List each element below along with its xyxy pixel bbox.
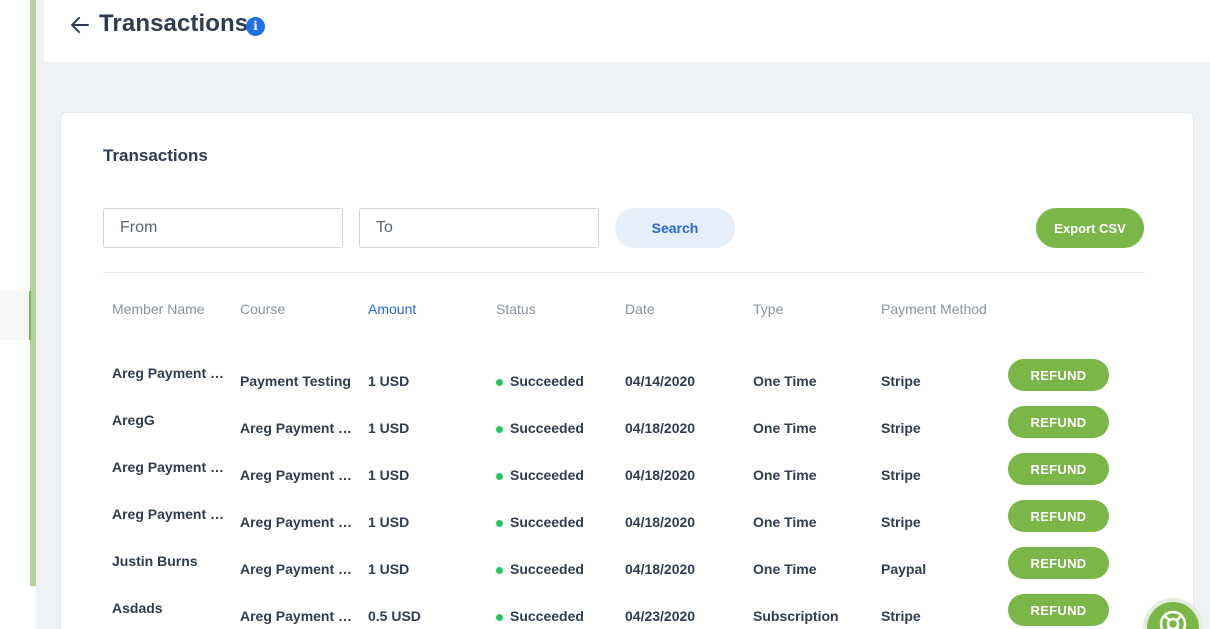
status-dot-icon [496,379,503,386]
amount: 1 USD [368,420,410,436]
page-title: Transactions [99,10,249,37]
refund-button[interactable]: REFUND [1008,359,1109,391]
column-header-amount[interactable]: Amount [368,301,416,317]
date: 04/14/2020 [625,373,696,389]
column-header-date[interactable]: Date [625,301,655,317]
status-text: Succeeded [510,514,584,530]
table-row: Areg Payment Testing Areg Payment Testin… [61,453,1195,500]
member-name: AregG [112,412,155,428]
refund-button[interactable]: REFUND [1008,594,1109,626]
payment-type: One Time [753,514,817,530]
status-text: Succeeded [510,420,584,436]
date: 04/18/2020 [625,514,696,530]
payment-type: Subscription [753,608,839,624]
search-button[interactable]: Search [615,208,735,248]
course-name: Areg Payment Testing [240,514,358,530]
column-header-course[interactable]: Course [240,301,285,317]
payment-method: Stripe [881,373,921,389]
table-row: Areg Payment Testing Areg Payment Testin… [61,500,1195,547]
course-name: Areg Payment Testing [240,420,358,436]
date: 04/18/2020 [625,467,696,483]
table-row: Asdads Areg Payment Testing 0.5 USD Succ… [61,594,1195,629]
member-name: Areg Payment Testing [112,459,230,475]
payment-method: Stripe [881,467,921,483]
payment-method: Paypal [881,561,927,577]
course-name: Areg Payment Testing [240,467,358,483]
top-bar: Transactions i [44,0,1210,62]
refund-button[interactable]: REFUND [1008,547,1109,579]
amount: 1 USD [368,373,410,389]
divider [103,272,1145,273]
table-header: Member Name Course Amount Status Date Ty… [61,301,1195,321]
date: 04/23/2020 [625,608,696,624]
payment-type: One Time [753,467,817,483]
payment-type: One Time [753,373,817,389]
from-date-input[interactable] [103,208,343,248]
transactions-card: Transactions Search Export CSV Member Na… [60,112,1194,629]
card-title: Transactions [103,146,208,165]
status-dot-icon [496,614,503,621]
status-dot-icon [496,473,503,480]
member-name: Areg Payment Testing [112,365,230,381]
payment-method: Stripe [881,608,921,624]
payment-type: One Time [753,420,817,436]
status-dot-icon [496,520,503,527]
payment-type: One Time [753,561,817,577]
refund-button[interactable]: REFUND [1008,500,1109,532]
sidebar [0,0,36,629]
info-icon[interactable]: i [246,17,265,36]
amount: 0.5 USD [368,608,421,624]
amount: 1 USD [368,467,410,483]
status-text: Succeeded [510,608,584,624]
table-row: Justin Burns Areg Payment Testing 1 USD … [61,547,1195,594]
refund-button[interactable]: REFUND [1008,453,1109,485]
status-dot-icon [496,426,503,433]
member-name: Asdads [112,600,163,616]
course-name: Payment Testing [240,373,351,389]
status-dot-icon [496,567,503,574]
table-row: AregG Areg Payment Testing 1 USD Succeed… [61,406,1195,453]
status-text: Succeeded [510,373,584,389]
payment-method: Stripe [881,420,921,436]
column-header-member-name[interactable]: Member Name [112,301,205,317]
table-row: Areg Payment Testing Payment Testing 1 U… [61,359,1195,406]
status-text: Succeeded [510,561,584,577]
amount: 1 USD [368,561,410,577]
back-arrow-icon[interactable] [68,13,92,37]
column-header-type[interactable]: Type [753,301,783,317]
member-name: Areg Payment Testing [112,506,230,522]
column-header-status[interactable]: Status [496,301,536,317]
to-date-input[interactable] [359,208,599,248]
export-csv-button[interactable]: Export CSV [1036,208,1144,248]
course-name: Areg Payment Testing [240,608,358,624]
date: 04/18/2020 [625,561,696,577]
date: 04/18/2020 [625,420,696,436]
status-text: Succeeded [510,467,584,483]
member-name: Justin Burns [112,553,198,569]
refund-button[interactable]: REFUND [1008,406,1109,438]
column-header-payment-method[interactable]: Payment Method [881,301,987,317]
sidebar-item-active[interactable] [0,291,31,340]
amount: 1 USD [368,514,410,530]
payment-method: Stripe [881,514,921,530]
course-name: Areg Payment Testing [240,561,358,577]
